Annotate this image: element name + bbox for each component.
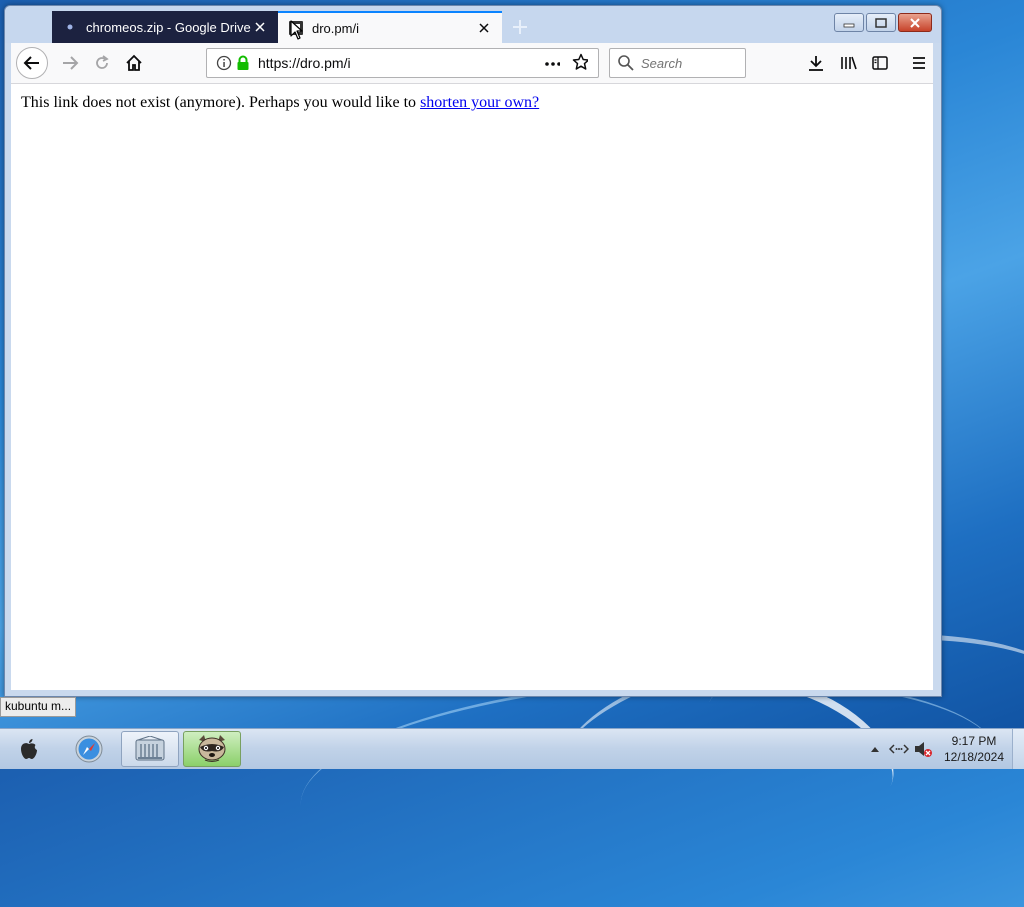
new-tab-button[interactable] <box>508 15 532 39</box>
close-tab-icon[interactable] <box>476 20 492 36</box>
taskbar: 9:17 PM 12/18/2024 <box>0 728 1024 769</box>
close-window-button[interactable] <box>898 13 932 32</box>
network-tray-icon[interactable] <box>889 740 909 758</box>
status-tooltip: kubuntu m... <box>0 697 77 717</box>
library-icon <box>841 56 857 70</box>
search-box[interactable]: Search <box>609 48 746 78</box>
back-button[interactable] <box>16 47 48 79</box>
chevron-up-icon <box>871 747 879 752</box>
search-placeholder: Search <box>641 56 683 71</box>
info-icon[interactable] <box>216 55 232 71</box>
minimize-icon <box>843 23 855 27</box>
reload-icon <box>96 55 109 69</box>
search-icon <box>618 55 634 71</box>
files-taskbar-button[interactable] <box>121 731 179 767</box>
bookmark-star-icon[interactable] <box>572 53 588 70</box>
tab-strip: chromeos.zip - Google Drive dro.pm/i <box>5 6 941 43</box>
apple-menu-button[interactable] <box>0 731 58 767</box>
restore-icon <box>875 17 887 28</box>
hamburger-menu-icon <box>913 57 925 69</box>
sidebar-icon <box>872 56 888 70</box>
arrow-left-icon <box>23 56 39 70</box>
download-arrow-icon <box>809 56 823 71</box>
lock-icon <box>235 55 251 71</box>
show-hidden-icons-button[interactable] <box>866 740 884 758</box>
shorten-link[interactable]: shorten your own? <box>420 94 539 111</box>
show-desktop-button[interactable] <box>1012 729 1024 769</box>
clock-date: 12/18/2024 <box>943 750 1005 764</box>
close-icon <box>910 17 920 28</box>
drive-favicon-icon <box>62 19 78 35</box>
not-found-message: This link does not exist (anymore). Perh… <box>21 94 539 112</box>
raccoon-app-taskbar-button[interactable] <box>183 731 241 767</box>
system-clock[interactable]: 9:17 PM 12/18/2024 <box>936 733 1012 765</box>
arrow-right-icon <box>63 56 79 70</box>
menu-button[interactable] <box>905 49 933 77</box>
mouse-cursor-icon <box>290 20 303 40</box>
raccoon-icon <box>198 735 226 762</box>
tab-dro-pm[interactable]: dro.pm/i <box>278 11 502 43</box>
volume-tray-icon[interactable] <box>913 740 933 758</box>
navigation-toolbar: https://dro.pm/i Search <box>11 43 933 84</box>
close-tab-icon[interactable] <box>252 19 268 35</box>
message-text: This link does not exist (anymore). Perh… <box>21 94 421 111</box>
apple-logo-icon <box>21 739 37 759</box>
safari-taskbar-button[interactable] <box>60 731 118 767</box>
page-content: This link does not exist (anymore). Perh… <box>11 84 933 690</box>
tab-title: dro.pm/i <box>312 20 359 36</box>
home-button[interactable] <box>120 49 148 77</box>
tab-google-drive[interactable]: chromeos.zip - Google Drive <box>52 11 278 43</box>
url-text: https://dro.pm/i <box>258 55 351 71</box>
forward-button[interactable] <box>56 49 84 77</box>
clock-time: 9:17 PM <box>951 734 997 748</box>
maximize-button[interactable] <box>866 13 896 32</box>
safari-compass-icon <box>75 735 103 763</box>
plus-icon <box>513 20 527 34</box>
volume-muted-icon <box>915 742 932 757</box>
sidebar-button[interactable] <box>866 49 894 77</box>
page-actions-icon[interactable] <box>544 56 560 72</box>
minimize-button[interactable] <box>834 13 864 32</box>
reload-button[interactable] <box>88 49 116 77</box>
library-button[interactable] <box>835 49 863 77</box>
network-icon <box>889 744 909 754</box>
downloads-button[interactable] <box>802 49 830 77</box>
browser-window: chromeos.zip - Google Drive dro.pm/i htt… <box>4 5 942 697</box>
file-cabinet-icon <box>135 736 165 761</box>
address-bar[interactable]: https://dro.pm/i <box>206 48 599 78</box>
tab-title: chromeos.zip - Google Drive <box>86 19 251 35</box>
home-icon <box>126 54 142 71</box>
